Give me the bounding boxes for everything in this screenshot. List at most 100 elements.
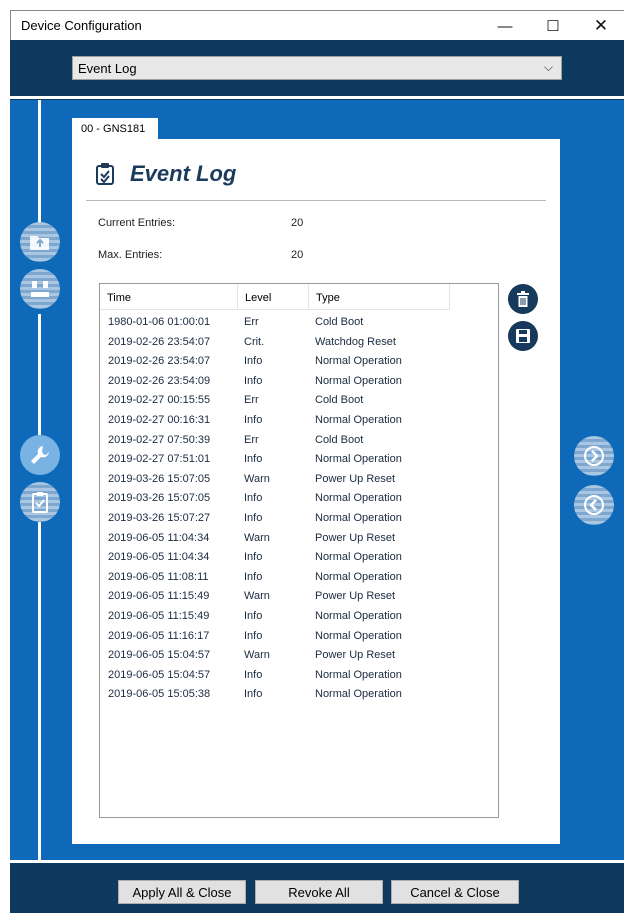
- event-time: 2019-06-05 15:04:57: [108, 668, 211, 681]
- minimize-icon: —: [497, 17, 513, 35]
- wrench-icon: [31, 446, 49, 464]
- event-row[interactable]: 2019-06-05 15:04:57 Warn Power Up Reset: [100, 647, 498, 667]
- floppy-disk-icon: [516, 329, 530, 343]
- clear-log-button[interactable]: [508, 284, 538, 314]
- current-entries-value: 20: [291, 217, 304, 229]
- maximize-icon: ☐: [546, 18, 560, 35]
- event-type: Cold Boot: [315, 394, 364, 407]
- sidebar-upload-button[interactable]: [20, 222, 60, 262]
- event-type: Normal Operation: [315, 629, 402, 642]
- event-row[interactable]: 2019-06-05 11:04:34 Warn Power Up Reset: [100, 530, 498, 550]
- event-row[interactable]: 1980-01-06 01:00:01 Err Cold Boot: [100, 314, 498, 334]
- trash-icon: [517, 291, 529, 307]
- event-time: 2019-02-27 07:50:39: [108, 433, 211, 446]
- maximize-button[interactable]: ☐: [529, 11, 577, 41]
- event-list[interactable]: Time Level Type 1980-01-06 01:00:01 Err Co…: [99, 283, 499, 818]
- page-selector-dropdown[interactable]: Event Log ⌵: [72, 56, 562, 80]
- chevron-down-icon: ⌵: [543, 60, 553, 74]
- event-time: 2019-06-05 11:08:11: [108, 570, 209, 583]
- event-level: Crit.: [244, 335, 265, 348]
- event-time: 2019-03-26 15:07:27: [108, 511, 211, 524]
- event-level: Info: [244, 629, 263, 642]
- event-level: Err: [244, 394, 259, 407]
- event-row[interactable]: 2019-03-26 15:07:27 Info Normal Operation: [100, 510, 498, 530]
- event-row[interactable]: 2019-02-27 07:50:39 Err Cold Boot: [100, 432, 498, 452]
- event-row[interactable]: 2019-03-26 15:07:05 Info Normal Operation: [100, 490, 498, 510]
- event-level: Info: [244, 511, 263, 524]
- event-row[interactable]: 2019-03-26 15:07:05 Warn Power Up Reset: [100, 471, 498, 491]
- event-time: 2019-06-05 11:15:49: [108, 590, 210, 603]
- event-row[interactable]: 2019-06-05 11:16:17 Info Normal Operation: [100, 628, 498, 648]
- event-time: 2019-02-26 23:54:07: [108, 335, 211, 348]
- event-row[interactable]: 2019-06-05 11:15:49 Warn Power Up Reset: [100, 588, 498, 608]
- minimize-button[interactable]: —: [481, 11, 529, 41]
- column-header-type[interactable]: Type: [309, 284, 450, 310]
- event-time: 2019-06-05 15:04:57: [108, 649, 211, 662]
- tab-device[interactable]: 00 - GNS181: [72, 118, 158, 139]
- sidebar-eventlog-button[interactable]: [20, 482, 60, 522]
- event-type: Normal Operation: [315, 609, 402, 622]
- event-type: Normal Operation: [315, 668, 402, 681]
- event-level: Info: [244, 453, 263, 466]
- close-button[interactable]: ✕: [577, 11, 624, 41]
- sidebar-network-button[interactable]: [20, 269, 60, 309]
- current-entries-label: Current Entries:: [98, 217, 176, 229]
- event-level: Err: [244, 433, 259, 446]
- next-page-button[interactable]: [574, 436, 614, 476]
- sidebar-tools-button[interactable]: [20, 435, 60, 475]
- event-time: 1980-01-06 01:00:01: [108, 316, 211, 328]
- event-time: 2019-06-05 11:16:17: [108, 629, 210, 642]
- event-time: 2019-06-05 11:15:49: [108, 609, 210, 622]
- event-time: 2019-02-27 07:51:01: [108, 453, 211, 466]
- title-bar: Device Configuration — ☐ ✕: [10, 10, 624, 40]
- window-frame: Event Log ⌵ 00 - GNS181 Event Log Curren…: [10, 40, 624, 913]
- event-type: Cold Boot: [315, 316, 364, 328]
- event-time: 2019-02-27 00:15:55: [108, 394, 211, 407]
- event-type: Watchdog Reset: [315, 335, 396, 348]
- event-level: Info: [244, 355, 263, 368]
- event-type: Power Up Reset: [315, 590, 396, 603]
- event-level: Info: [244, 374, 263, 387]
- arrow-right-circle-icon: [584, 446, 604, 466]
- event-row[interactable]: 2019-06-05 11:04:34 Info Normal Operation: [100, 549, 498, 569]
- event-time: 2019-06-05 11:04:34: [108, 551, 210, 564]
- event-level: Info: [244, 570, 263, 583]
- page-heading: Event Log: [94, 161, 236, 187]
- column-header-level[interactable]: Level: [238, 284, 309, 310]
- event-type: Normal Operation: [315, 688, 402, 701]
- event-row[interactable]: 2019-06-05 15:05:38 Info Normal Operation: [100, 686, 498, 706]
- event-time: 2019-02-27 00:16:31: [108, 413, 211, 426]
- event-row[interactable]: 2019-02-27 07:51:01 Info Normal Operation: [100, 451, 498, 471]
- upload-folder-icon: [30, 236, 49, 250]
- apply-all-close-button[interactable]: Apply All & Close: [118, 880, 246, 904]
- event-level: Info: [244, 668, 263, 681]
- save-log-button[interactable]: [508, 321, 538, 351]
- event-row[interactable]: 2019-02-26 23:54:07 Info Normal Operation: [100, 353, 498, 373]
- event-level: Info: [244, 492, 263, 505]
- event-level: Warn: [244, 531, 270, 544]
- event-row[interactable]: 2019-06-05 11:08:11 Info Normal Operation: [100, 569, 498, 589]
- event-level: Info: [244, 609, 263, 622]
- event-row[interactable]: 2019-02-26 23:54:07 Crit. Watchdog Reset: [100, 334, 498, 354]
- event-row[interactable]: 2019-02-26 23:54:09 Info Normal Operation: [100, 373, 498, 393]
- event-row[interactable]: 2019-06-05 11:15:49 Info Normal Operation: [100, 608, 498, 628]
- event-level: Warn: [244, 472, 270, 485]
- event-row[interactable]: 2019-02-27 00:15:55 Err Cold Boot: [100, 392, 498, 412]
- previous-page-button[interactable]: [574, 485, 614, 525]
- event-row[interactable]: 2019-06-05 15:04:57 Info Normal Operation: [100, 667, 498, 687]
- page-title: Event Log: [130, 161, 237, 186]
- content-area: 00 - GNS181 Event Log Current Entries: 2…: [10, 100, 624, 860]
- sidebar-line: [38, 100, 41, 228]
- divider-bottom: [10, 860, 624, 863]
- revoke-all-button[interactable]: Revoke All: [255, 880, 383, 904]
- network-icon: [31, 281, 49, 297]
- column-header-time[interactable]: Time: [100, 284, 238, 310]
- divider-top: [10, 96, 624, 99]
- event-level: Info: [244, 413, 263, 426]
- heading-divider: [86, 200, 546, 201]
- event-list-rows: 1980-01-06 01:00:01 Err Cold Boot 2019-02-2…: [100, 314, 498, 706]
- event-time: 2019-06-05 15:05:38: [108, 688, 211, 701]
- cancel-close-button[interactable]: Cancel & Close: [391, 880, 519, 904]
- event-row[interactable]: 2019-02-27 00:16:31 Info Normal Operation: [100, 412, 498, 432]
- tab-device-label: 00 - GNS181: [81, 123, 146, 135]
